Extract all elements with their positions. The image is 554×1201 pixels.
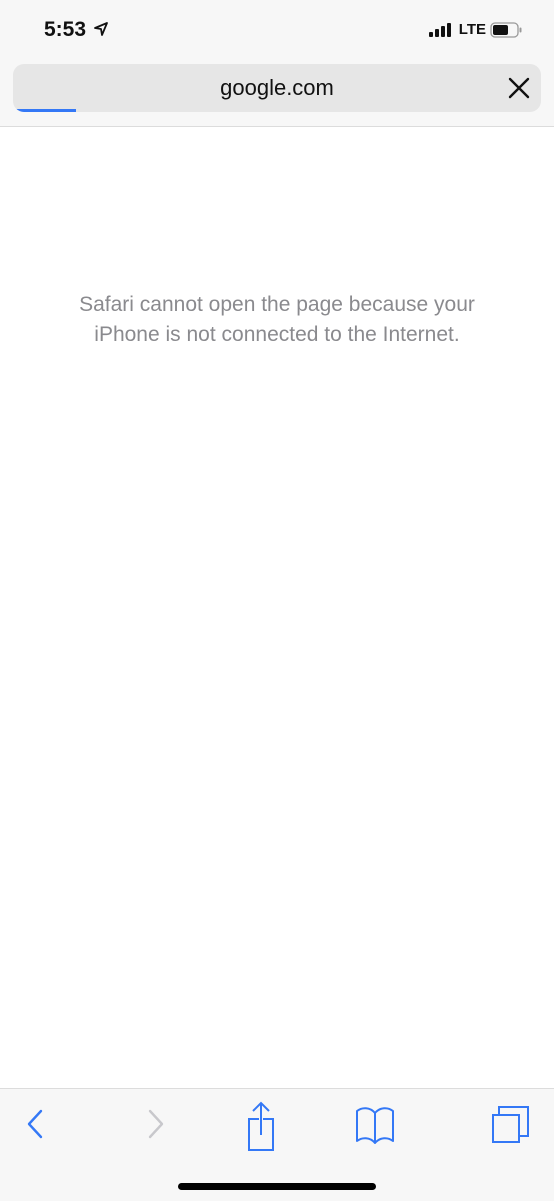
network-type: LTE xyxy=(458,21,486,38)
stop-loading-icon[interactable] xyxy=(507,76,531,100)
top-bar: 5:53 LTE google.com xyxy=(0,0,554,127)
tabs-icon[interactable] xyxy=(490,1105,530,1145)
address-bar[interactable]: google.com xyxy=(13,64,541,112)
home-indicator[interactable] xyxy=(178,1183,376,1190)
status-time: 5:53 xyxy=(44,18,87,41)
bookmarks-icon[interactable] xyxy=(354,1105,396,1145)
signal-bars-icon xyxy=(428,22,451,37)
status-icons: LTE xyxy=(428,21,522,38)
url-text[interactable]: google.com xyxy=(13,75,541,101)
share-icon[interactable] xyxy=(245,1101,285,1151)
error-message: Safari cannot open the page because your… xyxy=(79,293,475,346)
forward-icon[interactable] xyxy=(143,1107,167,1141)
battery-icon xyxy=(490,21,522,38)
back-icon[interactable] xyxy=(24,1107,48,1141)
load-progress-bar xyxy=(13,109,77,112)
location-arrow-icon xyxy=(94,22,108,36)
